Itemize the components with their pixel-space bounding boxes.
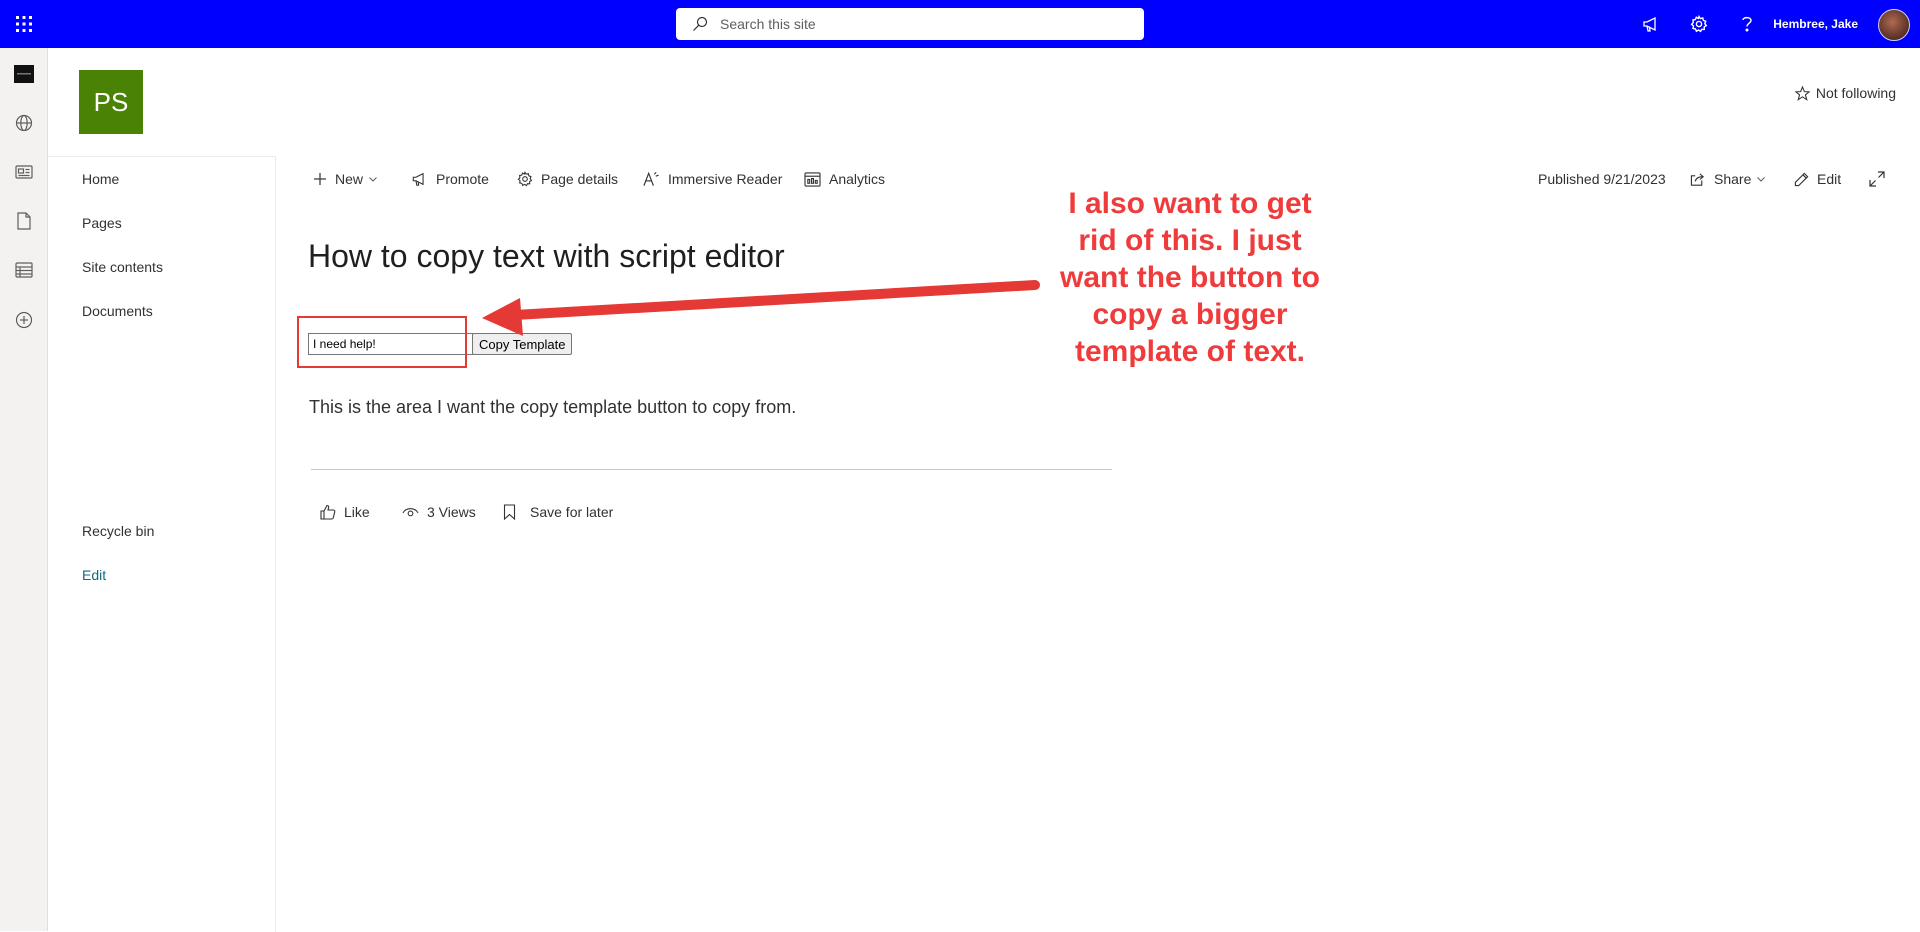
news-icon[interactable]	[0, 152, 47, 192]
copy-template-button[interactable]: Copy Template	[472, 333, 573, 355]
new-label: New	[335, 171, 364, 187]
eye-icon	[402, 506, 427, 518]
page-details-label: Page details	[541, 171, 619, 187]
list-icon[interactable]	[0, 250, 47, 290]
save-for-later-button[interactable]: Save for later	[503, 504, 613, 520]
annotation-arrow	[482, 280, 1040, 336]
immersive-reader-icon	[643, 171, 668, 187]
analytics-icon	[804, 171, 829, 187]
annotation-line: I also want to get	[1068, 187, 1312, 220]
like-label: Like	[344, 504, 370, 520]
plus-icon	[313, 172, 335, 186]
avatar[interactable]	[1878, 9, 1910, 41]
published-date: Published 9/21/2023	[1538, 171, 1666, 187]
analytics-button[interactable]: Analytics	[804, 167, 885, 191]
share-label: Share	[1714, 171, 1752, 187]
views-count: 3 Views	[402, 504, 476, 520]
share-icon	[1690, 172, 1714, 187]
edit-button[interactable]: Edit	[1794, 167, 1841, 191]
star-icon	[1794, 85, 1816, 101]
megaphone-icon	[411, 171, 436, 187]
annotation-line: want the button to	[1060, 261, 1320, 294]
immersive-reader-label: Immersive Reader	[668, 171, 783, 187]
org-logo-icon[interactable]	[0, 54, 47, 94]
annotation-line: rid of this. I just	[1078, 224, 1302, 257]
search-box[interactable]	[676, 8, 1144, 40]
share-button[interactable]: Share	[1690, 167, 1773, 191]
like-button[interactable]: Like	[320, 504, 370, 520]
globe-icon[interactable]	[0, 103, 47, 143]
analytics-label: Analytics	[829, 171, 886, 187]
nav-item-site-contents[interactable]: Site contents	[82, 259, 163, 275]
chevron-down-icon	[369, 176, 385, 182]
search-icon	[692, 16, 708, 32]
thumbs-up-icon	[320, 504, 344, 520]
pencil-icon	[1794, 172, 1817, 187]
megaphone-icon[interactable]	[1627, 0, 1675, 48]
annotation-line: template of text.	[1074, 335, 1306, 368]
follow-button[interactable]: Not following	[1794, 85, 1896, 101]
save-for-later-label: Save for later	[530, 504, 614, 520]
expand-icon[interactable]	[1869, 167, 1893, 191]
user-name[interactable]: Hembree, Jake	[1773, 0, 1858, 48]
new-button[interactable]: New	[313, 167, 385, 191]
promote-button[interactable]: Promote	[411, 167, 489, 191]
body-text: This is the area I want the copy templat…	[309, 397, 797, 417]
nav-item-recycle-bin[interactable]: Recycle bin	[82, 523, 154, 539]
search-input[interactable]	[718, 15, 1122, 33]
promote-label: Promote	[436, 171, 489, 187]
nav-item-documents[interactable]: Documents	[82, 303, 153, 319]
divider	[311, 469, 1112, 470]
gear-icon	[517, 171, 541, 187]
nav-item-pages[interactable]: Pages	[82, 215, 122, 231]
immersive-reader-button[interactable]: Immersive Reader	[643, 167, 782, 191]
page-title: How to copy text with script editor	[308, 238, 785, 274]
add-icon[interactable]	[0, 300, 47, 340]
annotation-line: copy a bigger	[1092, 298, 1288, 331]
edit-label: Edit	[1817, 171, 1842, 187]
annotation-text: I also want to get rid of this. I just w…	[1040, 185, 1340, 370]
bookmark-icon	[503, 504, 524, 520]
site-logo[interactable]: PS	[79, 70, 143, 134]
document-icon[interactable]	[0, 201, 47, 241]
views-label: 3 Views	[427, 504, 476, 520]
chevron-down-icon	[1757, 176, 1773, 182]
nav-item-home[interactable]: Home	[82, 171, 119, 187]
nav-edit-link[interactable]: Edit	[82, 567, 106, 583]
follow-label: Not following	[1815, 85, 1896, 101]
app-launcher-icon[interactable]	[0, 0, 48, 48]
help-icon[interactable]	[1723, 0, 1771, 48]
page-details-button[interactable]: Page details	[517, 167, 618, 191]
annotation-highlight-box	[297, 316, 467, 368]
gear-icon[interactable]	[1675, 0, 1723, 48]
